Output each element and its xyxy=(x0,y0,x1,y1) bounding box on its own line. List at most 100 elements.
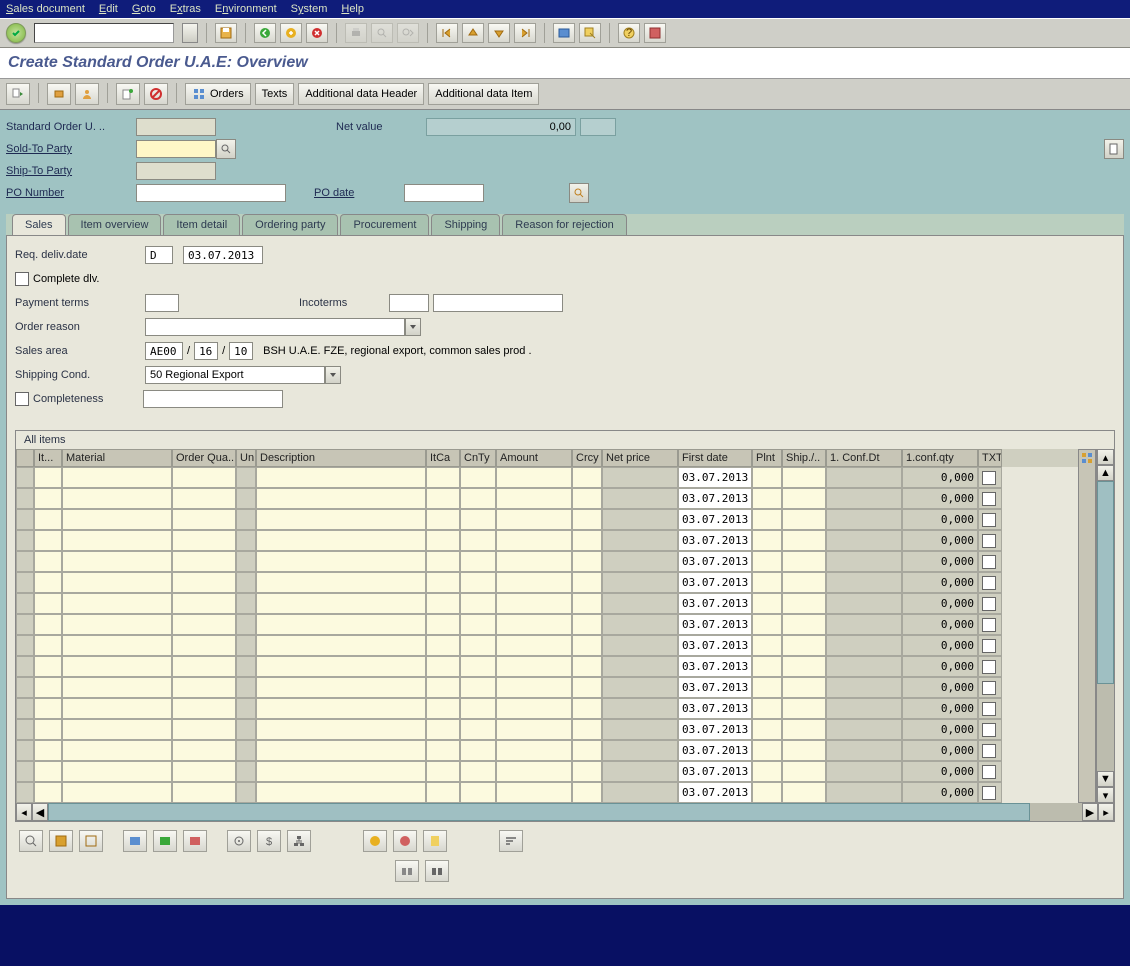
po-date-label[interactable]: PO date xyxy=(314,187,404,199)
incoterms-loc-field[interactable] xyxy=(433,294,563,312)
table-cell[interactable] xyxy=(62,761,172,782)
table-cell[interactable] xyxy=(62,698,172,719)
scroll-up-icon[interactable]: ▲ xyxy=(1097,465,1114,481)
menu-extras[interactable]: Extras xyxy=(170,3,201,15)
table-cell[interactable] xyxy=(978,530,1002,551)
complete-dlv-checkbox[interactable] xyxy=(15,272,29,286)
table-cell[interactable] xyxy=(496,677,572,698)
column-header[interactable]: CnTy xyxy=(460,449,496,467)
table-cell[interactable] xyxy=(16,677,34,698)
table-cell[interactable] xyxy=(16,572,34,593)
table-cell[interactable] xyxy=(752,635,782,656)
table-cell[interactable] xyxy=(426,677,460,698)
table-cell[interactable] xyxy=(236,677,256,698)
table-cell[interactable]: 0,000 xyxy=(902,740,978,761)
page-down-icon[interactable] xyxy=(488,23,510,43)
table-cell[interactable] xyxy=(256,719,426,740)
table-cell[interactable] xyxy=(978,698,1002,719)
configure-column-icon[interactable] xyxy=(1078,449,1096,803)
table-cell[interactable] xyxy=(426,635,460,656)
table-cell[interactable] xyxy=(460,761,496,782)
table-cell[interactable] xyxy=(172,593,236,614)
table-cell[interactable] xyxy=(172,761,236,782)
first-page-icon[interactable] xyxy=(436,23,458,43)
table-cell[interactable] xyxy=(602,677,678,698)
table-cell[interactable] xyxy=(172,719,236,740)
table-cell[interactable] xyxy=(16,635,34,656)
column-header[interactable]: ItCa xyxy=(426,449,460,467)
conditions-icon[interactable] xyxy=(123,830,147,852)
table-cell[interactable] xyxy=(62,488,172,509)
completeness-field[interactable] xyxy=(143,390,283,408)
table-cell[interactable] xyxy=(572,677,602,698)
table-cell[interactable] xyxy=(752,740,782,761)
table-cell[interactable] xyxy=(172,782,236,803)
scroll-right-icon[interactable]: ▸ xyxy=(1098,803,1114,821)
table-cell[interactable] xyxy=(16,782,34,803)
table-cell[interactable] xyxy=(572,509,602,530)
table-cell[interactable] xyxy=(256,593,426,614)
table-cell[interactable] xyxy=(426,656,460,677)
reject-icon[interactable] xyxy=(144,83,168,105)
table-cell[interactable]: 03.07.2013 xyxy=(678,635,752,656)
table-cell[interactable] xyxy=(602,551,678,572)
copy-item-icon[interactable] xyxy=(363,830,387,852)
table-cell[interactable]: 03.07.2013 xyxy=(678,488,752,509)
table-cell[interactable] xyxy=(978,782,1002,803)
table-cell[interactable] xyxy=(826,656,902,677)
table-cell[interactable] xyxy=(826,677,902,698)
table-cell[interactable] xyxy=(602,572,678,593)
table-cell[interactable] xyxy=(426,593,460,614)
column-header[interactable]: First date xyxy=(678,449,752,467)
table-cell[interactable] xyxy=(496,593,572,614)
table-cell[interactable] xyxy=(752,551,782,572)
table-cell[interactable]: 03.07.2013 xyxy=(678,656,752,677)
table-cell[interactable]: 0,000 xyxy=(902,530,978,551)
table-cell[interactable]: 03.07.2013 xyxy=(678,761,752,782)
table-cell[interactable] xyxy=(572,635,602,656)
table-cell[interactable] xyxy=(426,782,460,803)
additional-header-button[interactable]: Additional data Header xyxy=(298,83,424,105)
column-header[interactable]: 1.conf.qty xyxy=(902,449,978,467)
table-cell[interactable] xyxy=(826,593,902,614)
alt-item-icon[interactable] xyxy=(423,830,447,852)
table-cell[interactable] xyxy=(16,740,34,761)
table-cell[interactable] xyxy=(752,614,782,635)
menu-help[interactable]: Help xyxy=(341,3,364,15)
table-cell[interactable] xyxy=(236,488,256,509)
table-cell[interactable] xyxy=(826,467,902,488)
table-cell[interactable] xyxy=(752,677,782,698)
table-cell[interactable] xyxy=(172,698,236,719)
table-cell[interactable] xyxy=(572,761,602,782)
table-cell[interactable] xyxy=(256,572,426,593)
orders-button[interactable]: Orders xyxy=(185,83,251,105)
table-cell[interactable] xyxy=(426,530,460,551)
table-cell[interactable] xyxy=(496,509,572,530)
column-header[interactable]: Description xyxy=(256,449,426,467)
table-cell[interactable] xyxy=(256,782,426,803)
back-icon[interactable] xyxy=(254,23,276,43)
table-cell[interactable]: 0,000 xyxy=(902,656,978,677)
tab-item-detail[interactable]: Item detail xyxy=(163,214,240,235)
display-icon[interactable] xyxy=(6,83,30,105)
table-cell[interactable]: 03.07.2013 xyxy=(678,551,752,572)
table-cell[interactable] xyxy=(236,761,256,782)
table-cell[interactable]: 03.07.2013 xyxy=(678,593,752,614)
table-cell[interactable] xyxy=(62,677,172,698)
table-cell[interactable] xyxy=(426,551,460,572)
table-cell[interactable] xyxy=(826,530,902,551)
table-cell[interactable]: 03.07.2013 xyxy=(678,698,752,719)
table-cell[interactable] xyxy=(16,698,34,719)
shipping-cond-dropdown[interactable]: 50 Regional Export xyxy=(145,366,325,384)
table-cell[interactable] xyxy=(496,572,572,593)
tab-sales[interactable]: Sales xyxy=(12,214,66,235)
table-cell[interactable] xyxy=(460,509,496,530)
table-cell[interactable]: 0,000 xyxy=(902,677,978,698)
find-icon[interactable] xyxy=(371,23,393,43)
table-cell[interactable]: 0,000 xyxy=(902,572,978,593)
table-cell[interactable] xyxy=(426,761,460,782)
table-cell[interactable] xyxy=(236,740,256,761)
table-cell[interactable] xyxy=(236,719,256,740)
table-cell[interactable] xyxy=(426,572,460,593)
table-cell[interactable] xyxy=(496,530,572,551)
